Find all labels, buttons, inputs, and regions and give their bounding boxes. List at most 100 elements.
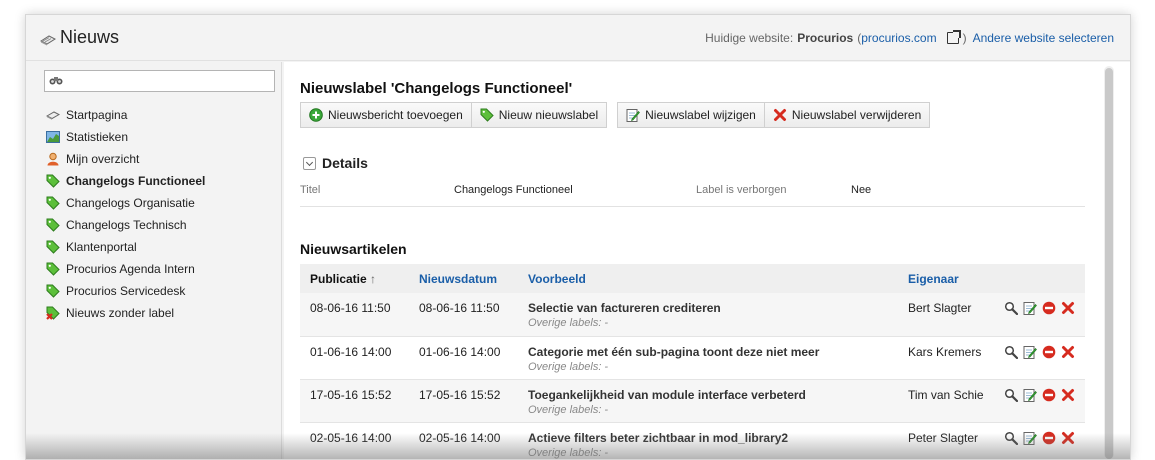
- details-title-value: Changelogs Functioneel: [454, 184, 573, 196]
- new-label-button[interactable]: Nieuw nieuwslabel: [470, 103, 606, 127]
- column-header-news-date[interactable]: Nieuwsdatum: [409, 264, 518, 293]
- sidebar-item-startpagina[interactable]: Startpagina: [45, 104, 205, 126]
- delete-label-button[interactable]: Nieuwslabel verwijderen: [763, 103, 929, 127]
- articles-table: Publicatie ↑ Nieuwsdatum Voorbeeld Eigen…: [300, 264, 1085, 459]
- cell-news-date: 01-06-16 14:00: [409, 336, 518, 380]
- article-other-labels: Overige labels: -: [528, 403, 609, 416]
- vertical-scrollbar[interactable]: [1104, 66, 1114, 459]
- cell-owner: Peter Slagter: [898, 422, 994, 459]
- sidebar-item-mijn-overzicht[interactable]: Mijn overzicht: [46, 148, 205, 170]
- details-section-toggle[interactable]: Details: [303, 155, 368, 171]
- table-header-row: Publicatie ↑ Nieuwsdatum Voorbeeld Eigen…: [300, 264, 1085, 293]
- edit-icon[interactable]: [1023, 431, 1037, 445]
- edit-label-button[interactable]: Nieuwslabel wijzigen: [618, 103, 764, 127]
- cell-preview: Toegankelijkheid van module interface ve…: [518, 379, 898, 423]
- table-row[interactable]: 02-05-16 14:00 02-05-16 14:00 Actieve fi…: [300, 422, 1085, 459]
- cell-actions: [994, 379, 1085, 423]
- news-paper-icon: [45, 108, 61, 122]
- table-row[interactable]: 17-05-16 15:52 17-05-16 15:52 Toegankeli…: [300, 379, 1085, 423]
- sidebar-item-changelogs-technisch[interactable]: Changelogs Technisch: [46, 214, 205, 236]
- articles-table-body: 08-06-16 11:50 08-06-16 11:50 Selectie v…: [300, 293, 1085, 459]
- magnifier-icon[interactable]: [1004, 431, 1019, 445]
- tag-icon: [480, 108, 494, 122]
- chart-icon: [46, 130, 60, 144]
- edit-icon: [626, 108, 641, 122]
- row-actions: [1004, 345, 1075, 359]
- app-title: Nieuws: [39, 27, 120, 48]
- app-title-text: Nieuws: [60, 27, 120, 47]
- edit-label-label: Nieuwslabel wijzigen: [645, 108, 756, 122]
- publication-date: 17-05-16 15:52: [310, 387, 392, 402]
- article-title[interactable]: Selectie van factureren crediteren: [528, 301, 888, 315]
- details-row: Titel Changelogs Functioneel Label is ve…: [300, 182, 1085, 207]
- news-date: 01-06-16 14:00: [419, 344, 501, 359]
- edit-icon[interactable]: [1023, 301, 1037, 315]
- change-site-link[interactable]: Andere website selecteren: [973, 31, 1114, 45]
- article-owner: Tim van Schie: [908, 387, 984, 402]
- add-article-label: Nieuwsbericht toevoegen: [328, 108, 463, 122]
- sidebar-item-label: Klantenportal: [66, 240, 137, 254]
- cell-news-date: 02-05-16 14:00: [409, 422, 518, 459]
- sidebar-item-klantenportal[interactable]: Klantenportal: [46, 236, 205, 258]
- column-header-preview[interactable]: Voorbeeld: [518, 264, 898, 293]
- column-header-label: Publicatie: [310, 271, 367, 286]
- delete-x-icon[interactable]: [1061, 345, 1075, 359]
- add-article-button[interactable]: Nieuwsbericht toevoegen: [301, 103, 471, 127]
- search-input[interactable]: [67, 72, 272, 90]
- tag-remove-icon: [46, 306, 60, 320]
- external-link-icon[interactable]: [946, 30, 961, 44]
- unpublish-icon[interactable]: [1042, 345, 1056, 359]
- column-header-label: Nieuwsdatum: [419, 271, 498, 286]
- edit-icon[interactable]: [1023, 345, 1037, 359]
- sidebar-item-label: Procurios Servicedesk: [66, 284, 186, 298]
- column-header-owner[interactable]: Eigenaar: [898, 264, 994, 293]
- app-header: Nieuws Huidige website: Procurios ( proc…: [26, 15, 1130, 61]
- scrollbar-thumb[interactable]: [1105, 68, 1113, 459]
- sidebar-item-label: Statistieken: [66, 130, 129, 144]
- column-header-actions: [994, 264, 1085, 293]
- delete-x-icon[interactable]: [1061, 431, 1075, 445]
- row-actions: [1004, 388, 1075, 402]
- sidebar-item-changelogs-functioneel[interactable]: Changelogs Functioneel: [46, 170, 205, 192]
- sidebar-item-label: Startpagina: [66, 108, 128, 122]
- edit-icon[interactable]: [1023, 388, 1037, 402]
- article-title[interactable]: Toegankelijkheid van module interface ve…: [528, 388, 888, 402]
- table-row[interactable]: 01-06-16 14:00 01-06-16 14:00 Categorie …: [300, 336, 1085, 380]
- search-box[interactable]: [44, 70, 275, 92]
- publication-date: 01-06-16 14:00: [310, 344, 392, 359]
- current-site-name: Procurios: [797, 31, 854, 45]
- sidebar-item-changelogs-organisatie[interactable]: Changelogs Organisatie: [46, 192, 205, 214]
- sidebar-item-label: Nieuws zonder label: [66, 306, 175, 320]
- column-header-publication[interactable]: Publicatie ↑: [300, 264, 409, 293]
- article-title[interactable]: Categorie met één sub-pagina toont deze …: [528, 345, 888, 359]
- article-title[interactable]: Actieve filters beter zichtbaar in mod_l…: [528, 431, 888, 445]
- magnifier-icon[interactable]: [1004, 388, 1019, 402]
- unpublish-icon[interactable]: [1042, 388, 1056, 402]
- article-other-labels: Overige labels: -: [528, 360, 609, 373]
- sidebar-item-nieuws-zonder-label[interactable]: Nieuws zonder label: [46, 302, 205, 324]
- current-site-info: Huidige website: Procurios ( procurios.c…: [705, 30, 1114, 45]
- sidebar-item-procurios-agenda-intern[interactable]: Procurios Agenda Intern: [46, 258, 205, 280]
- delete-x-icon[interactable]: [1061, 301, 1075, 315]
- delete-x-icon[interactable]: [1061, 388, 1075, 402]
- tag-icon: [46, 174, 60, 188]
- news-paper-icon: [39, 31, 57, 45]
- magnifier-icon[interactable]: [1004, 345, 1019, 359]
- article-other-labels: Overige labels: -: [528, 446, 609, 459]
- site-url-link[interactable]: procurios.com: [861, 31, 936, 45]
- details-heading: Details: [322, 155, 368, 171]
- sidebar-item-statistieken[interactable]: Statistieken: [46, 126, 205, 148]
- cell-actions: [994, 422, 1085, 459]
- news-date: 02-05-16 14:00: [419, 430, 501, 445]
- unpublish-icon[interactable]: [1042, 301, 1056, 315]
- details-hidden-label: Label is verborgen: [696, 184, 787, 196]
- publication-date: 02-05-16 14:00: [310, 430, 392, 445]
- articles-heading: Nieuwsartikelen: [300, 241, 407, 257]
- paren-close: ): [962, 31, 967, 45]
- collapse-chevron-icon[interactable]: [303, 156, 316, 170]
- sidebar-item-procurios-servicedesk[interactable]: Procurios Servicedesk: [46, 280, 205, 302]
- unpublish-icon[interactable]: [1042, 431, 1056, 445]
- magnifier-icon[interactable]: [1004, 301, 1019, 316]
- table-row[interactable]: 08-06-16 11:50 08-06-16 11:50 Selectie v…: [300, 293, 1085, 337]
- add-circle-icon: [309, 108, 323, 122]
